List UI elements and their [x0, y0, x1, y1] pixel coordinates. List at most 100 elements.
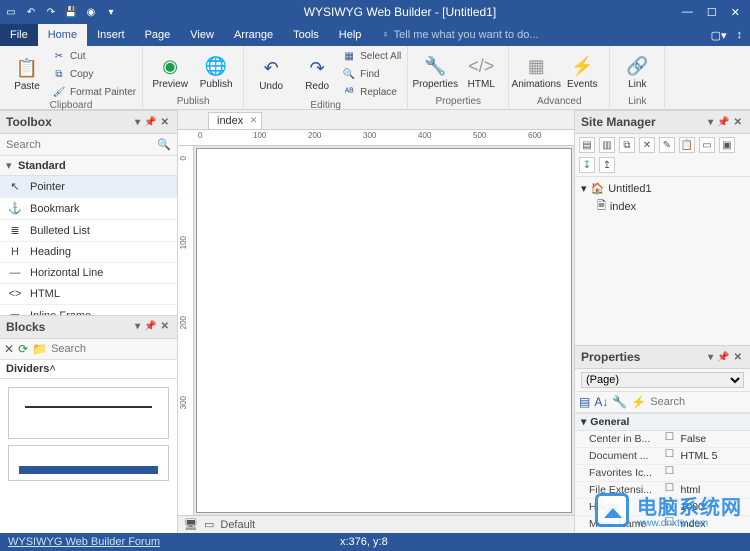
property-checkbox[interactable]: ☐ [663, 465, 677, 481]
property-checkbox[interactable]: ☐ [663, 516, 677, 532]
property-value[interactable]: 1000 [677, 499, 750, 515]
copy-button[interactable]: ⧉Copy [52, 66, 136, 82]
property-row[interactable]: Center in B...☐False [575, 431, 750, 448]
blocks-delete-icon[interactable]: ✕ [4, 342, 14, 356]
props-dropdown-icon[interactable]: ▾ [708, 352, 713, 363]
tab-view[interactable]: View [180, 24, 224, 46]
toolbox-search-input[interactable] [6, 139, 157, 151]
divider-thumb-1[interactable] [8, 387, 169, 439]
sm-import-icon[interactable]: ↧ [579, 157, 595, 173]
property-checkbox[interactable]: ☐ [663, 431, 677, 447]
qat-preview-icon[interactable]: ◉ [84, 5, 98, 19]
sm-delete-icon[interactable]: ✕ [639, 137, 655, 153]
props-pin-icon[interactable]: 📌 [717, 352, 729, 363]
sm-add-icon[interactable]: ▣ [719, 137, 735, 153]
minimize-button[interactable]: — [682, 6, 693, 19]
document-tab-index[interactable]: index ✕ [208, 112, 262, 129]
tab-arrange[interactable]: Arrange [224, 24, 283, 46]
property-row[interactable]: Document ...☐HTML 5 [575, 448, 750, 465]
ribbon-display-icon[interactable]: ▢▾ [711, 29, 727, 42]
properties-category-general[interactable]: ▾ General [575, 413, 750, 431]
props-lightning-icon[interactable]: ⚡ [631, 395, 646, 409]
tree-page-index[interactable]: 🗎 index [597, 196, 744, 217]
toolbox-item-heading[interactable]: HHeading [0, 242, 177, 263]
divider-thumb-2[interactable] [8, 445, 169, 481]
property-row[interactable]: File Extensi...☐html [575, 482, 750, 499]
property-value[interactable]: HTML 5 [677, 448, 750, 464]
search-icon[interactable]: 🔍 [157, 138, 171, 151]
property-value[interactable] [677, 465, 750, 481]
cut-button[interactable]: ✂Cut [52, 48, 136, 64]
qat-more-icon[interactable]: ▾ [104, 5, 118, 19]
property-row[interactable]: Favorites Ic...☐ [575, 465, 750, 482]
property-value[interactable]: False [677, 431, 750, 447]
tab-help[interactable]: Help [329, 24, 372, 46]
toolbox-category[interactable]: ▾ Standard [0, 156, 177, 176]
undo-button[interactable]: ↶Undo [250, 56, 292, 92]
breakpoint-label[interactable]: Default [220, 519, 255, 531]
toolbox-dropdown-icon[interactable]: ▾ [135, 117, 140, 128]
blocks-close-icon[interactable]: ✕ [161, 321, 169, 332]
animations-button[interactable]: ▦Animations [515, 54, 557, 90]
paste-button[interactable]: 📋 Paste [6, 56, 48, 92]
sm-new-page-icon[interactable]: ▤ [579, 137, 595, 153]
close-button[interactable]: ✕ [731, 6, 740, 19]
sm-clone-icon[interactable]: ⧉ [619, 137, 635, 153]
tab-page[interactable]: Page [135, 24, 181, 46]
toolbox-item-bulleted-list[interactable]: ≣Bulleted List [0, 220, 177, 242]
sm-export-icon[interactable]: ↥ [599, 157, 615, 173]
replace-button[interactable]: ᴬᴮReplace [342, 84, 401, 100]
format-painter-button[interactable]: 🖌Format Painter [52, 84, 136, 100]
forum-link[interactable]: WYSIWYG Web Builder Forum [8, 536, 160, 548]
html-button[interactable]: </>HTML [460, 54, 502, 90]
properties-button[interactable]: 🔧Properties [414, 54, 456, 90]
events-button[interactable]: ⚡Events [561, 54, 603, 90]
preview-button[interactable]: ◉Preview [149, 54, 191, 90]
find-button[interactable]: 🔍Find [342, 66, 401, 82]
design-canvas[interactable] [196, 148, 572, 513]
tab-file[interactable]: File [0, 24, 38, 46]
sm-props-icon[interactable]: ▭ [699, 137, 715, 153]
blocks-folder-icon[interactable]: 📁 [32, 342, 47, 356]
tab-home[interactable]: Home [38, 24, 87, 46]
toolbox-item-inline-frame[interactable]: ▭Inline Frame [0, 305, 177, 315]
property-row[interactable]: Height☐1000 [575, 499, 750, 516]
qat-redo-icon[interactable]: ↷ [44, 5, 58, 19]
blocks-search-input[interactable] [51, 343, 193, 355]
blocks-dropdown-icon[interactable]: ▾ [135, 321, 140, 332]
az-sort-icon[interactable]: A↓ [594, 395, 608, 409]
link-button[interactable]: 🔗Link [616, 54, 658, 90]
publish-button[interactable]: 🌐Publish [195, 54, 237, 90]
tree-root[interactable]: ▾ 🏠 Untitled1 [581, 181, 744, 196]
properties-search-input[interactable] [650, 396, 750, 408]
ribbon-collapse-icon[interactable]: ↕ [737, 29, 743, 42]
toolbox-item-bookmark[interactable]: ⚓Bookmark [0, 198, 177, 220]
desktop-view-icon[interactable]: 🖥 [184, 518, 198, 531]
property-value[interactable]: index [677, 516, 750, 532]
property-checkbox[interactable]: ☐ [663, 482, 677, 498]
blocks-pin-icon[interactable]: 📌 [144, 321, 156, 332]
qat-new-icon[interactable]: ▭ [4, 5, 18, 19]
toolbox-item-horizontal-line[interactable]: —Horizontal Line [0, 263, 177, 284]
property-value[interactable]: html [677, 482, 750, 498]
qat-save-icon[interactable]: 💾 [64, 5, 78, 19]
dividers-category[interactable]: Dividers ˄ [0, 360, 177, 379]
sm-close-icon[interactable]: ✕ [734, 117, 742, 128]
select-all-button[interactable]: ▦Select All [342, 48, 401, 64]
props-close-icon[interactable]: ✕ [734, 352, 742, 363]
mobile-view-icon[interactable]: ▭ [204, 518, 214, 531]
sm-dropdown-icon[interactable]: ▾ [708, 117, 713, 128]
property-row[interactable]: Menu Name☐index [575, 516, 750, 533]
redo-button[interactable]: ↷Redo [296, 56, 338, 92]
sm-copy-icon[interactable]: 📋 [679, 137, 695, 153]
categorize-icon[interactable]: ▤ [579, 395, 590, 409]
maximize-button[interactable]: ☐ [707, 6, 717, 19]
toolbox-item-pointer[interactable]: ↖Pointer [0, 176, 177, 198]
property-checkbox[interactable]: ☐ [663, 499, 677, 515]
properties-object-select[interactable]: (Page) [581, 372, 744, 388]
tab-tools[interactable]: Tools [283, 24, 329, 46]
sm-new-folder-icon[interactable]: ▥ [599, 137, 615, 153]
tab-insert[interactable]: Insert [87, 24, 135, 46]
toolbox-close-icon[interactable]: ✕ [161, 117, 169, 128]
props-wrench-icon[interactable]: 🔧 [612, 395, 627, 409]
